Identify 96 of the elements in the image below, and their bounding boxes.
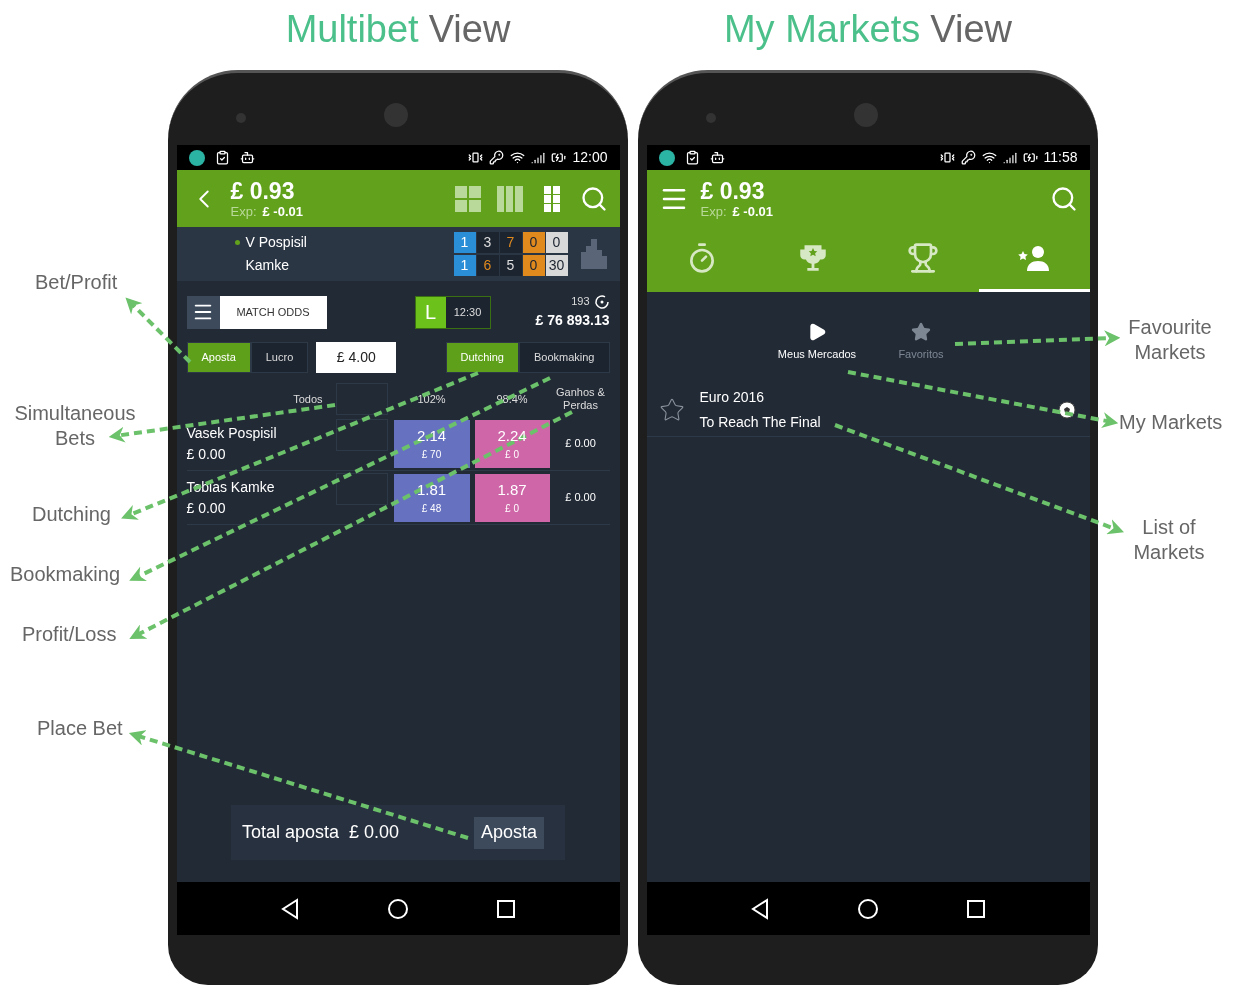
total-stake-label: Total aposta xyxy=(242,821,340,844)
runner-stake: £ 0.00 xyxy=(186,498,227,518)
title-text: View xyxy=(930,6,1012,52)
balance-amount: £ 0.93 xyxy=(700,179,766,203)
matched-amount: £ 76 893.13 xyxy=(535,310,610,330)
refresh-count: 193 xyxy=(571,294,590,310)
battery-icon xyxy=(1022,150,1038,165)
back-nav-icon[interactable] xyxy=(750,897,770,920)
runner-select-box[interactable] xyxy=(335,419,388,451)
callout-label: Place Bet xyxy=(37,716,123,741)
title-highlight: Multibet xyxy=(285,6,419,52)
robot-icon xyxy=(709,150,725,165)
wifi-icon xyxy=(981,150,997,165)
vibrate-icon xyxy=(939,150,955,165)
score-cell: 1 xyxy=(453,255,476,276)
leader-line xyxy=(125,297,192,364)
app-icon xyxy=(188,149,205,166)
score-cell: 30 xyxy=(545,255,568,276)
player-name: V Pospisil xyxy=(245,233,307,252)
runner-name: Vasek Pospisil xyxy=(186,423,278,443)
exposure-amount: £ -0.01 xyxy=(262,204,303,218)
search-icon[interactable] xyxy=(579,184,608,213)
exposure-amount: £ -0.01 xyxy=(732,204,773,218)
runner-stake: £ 0.00 xyxy=(186,444,227,464)
callout-label: Simultaneous Bets xyxy=(13,401,137,451)
home-nav-icon[interactable] xyxy=(857,897,879,920)
market-time: 12:30 xyxy=(445,296,490,328)
refresh-icon[interactable] xyxy=(593,293,610,310)
callout-label: Profit/Loss xyxy=(22,622,117,647)
column-header: Ganhos & Perdas xyxy=(555,386,606,412)
play-icon xyxy=(807,322,827,342)
event-name: Euro 2016 xyxy=(699,388,766,407)
clipboard-icon xyxy=(684,150,700,165)
battery-icon xyxy=(551,150,567,165)
signal-icon xyxy=(1002,150,1017,165)
score-cell: 0 xyxy=(522,255,545,276)
callout-label: Bookmaking xyxy=(10,562,121,587)
runner-select-box[interactable] xyxy=(335,473,388,505)
column-header: 102% xyxy=(416,391,447,407)
clock-time: 11:58 xyxy=(1043,148,1078,167)
clipboard-icon xyxy=(214,150,230,165)
vibrate-icon xyxy=(468,150,484,165)
profit-loss-value: £ 0.00 xyxy=(564,490,597,506)
app-icon xyxy=(658,149,675,166)
score-cell: 6 xyxy=(476,255,499,276)
callout-label: List of Markets xyxy=(1132,515,1206,565)
wifi-icon xyxy=(510,150,526,165)
title-highlight: My Markets xyxy=(723,6,921,52)
callout-label: My Markets xyxy=(1119,410,1223,435)
column-header: Todos xyxy=(292,391,323,407)
exposure-label: Exp: xyxy=(700,204,727,218)
callout-label: Bet/Profit xyxy=(35,270,118,295)
profit-loss-value: £ 0.00 xyxy=(564,436,597,452)
score-cell: 0 xyxy=(545,232,568,253)
back-odds-button[interactable]: 1.81 £ 48 xyxy=(393,473,470,522)
star-icon xyxy=(911,322,931,342)
back-odds-button[interactable]: 2.14 £ 70 xyxy=(393,419,470,468)
recents-nav-icon[interactable] xyxy=(966,898,986,919)
callout-label: Favourite Markets xyxy=(1127,315,1213,365)
back-nav-icon[interactable] xyxy=(280,897,300,920)
live-badge: L xyxy=(415,296,446,328)
stake-input[interactable]: £ 4.00 xyxy=(316,342,397,373)
player-name: Kamke xyxy=(245,256,290,275)
place-bet-button[interactable]: Aposta xyxy=(473,816,544,849)
market-row[interactable]: Euro 2016 To Reach The Final xyxy=(646,384,1090,437)
trophy-icon xyxy=(907,242,940,274)
title-text: View xyxy=(428,6,511,52)
exposure-label: Exp: xyxy=(230,204,257,218)
score-cell: 0 xyxy=(522,232,545,253)
market-name: To Reach The Final xyxy=(699,413,821,432)
filter-option[interactable]: Meus Mercados xyxy=(765,322,869,363)
search-icon[interactable] xyxy=(1049,184,1078,213)
key-icon xyxy=(489,150,505,165)
score-cell: 5 xyxy=(499,255,522,276)
chart-icon[interactable] xyxy=(579,238,608,270)
market-selector[interactable]: MATCH ODDS xyxy=(219,295,327,329)
score-cell: 7 xyxy=(499,232,522,253)
score-cell: 3 xyxy=(476,232,499,253)
signal-icon xyxy=(531,150,546,165)
callout-label: Dutching xyxy=(32,502,111,527)
view-mode-icon[interactable] xyxy=(453,184,482,213)
toggle-option[interactable]: Bookmaking xyxy=(518,342,610,373)
balance-amount: £ 0.93 xyxy=(230,179,296,203)
view-mode-icon[interactable] xyxy=(495,184,524,213)
filter-option[interactable]: Favoritos xyxy=(869,322,973,363)
recents-nav-icon[interactable] xyxy=(496,898,516,919)
soccer-ball-icon xyxy=(1057,401,1076,419)
favourite-star-icon[interactable] xyxy=(658,397,685,423)
score-cell: 1 xyxy=(453,232,476,253)
home-nav-icon[interactable] xyxy=(387,897,409,920)
clock-time: 12:00 xyxy=(572,148,608,167)
menu-button[interactable] xyxy=(186,295,220,329)
toggle-option[interactable]: Lucro xyxy=(250,342,309,373)
robot-icon xyxy=(239,150,255,165)
total-stake-value: £ 0.00 xyxy=(349,821,400,844)
key-icon xyxy=(960,150,976,165)
